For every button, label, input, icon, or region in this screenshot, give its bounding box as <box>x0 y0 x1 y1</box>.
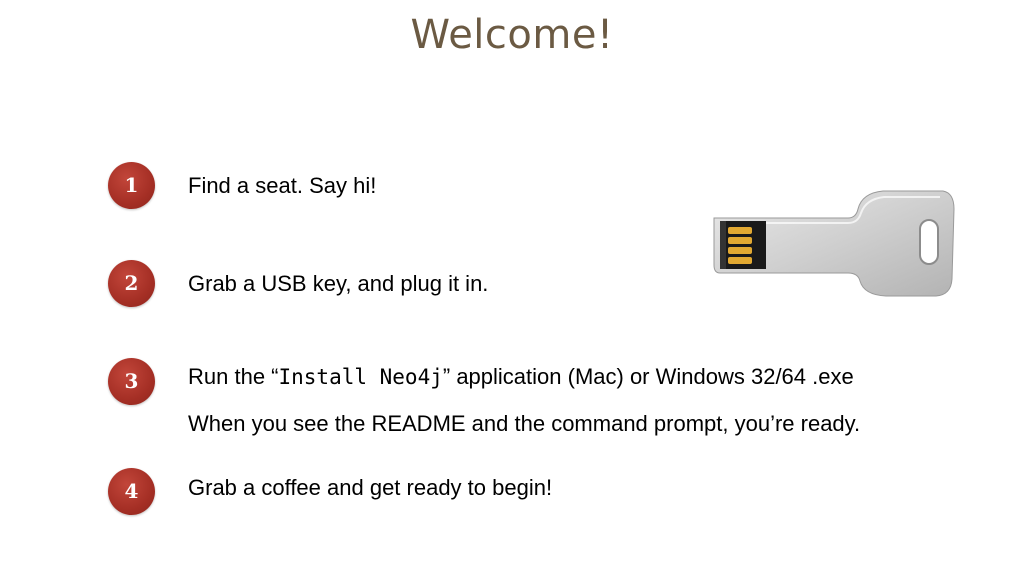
step-4-text: Grab a coffee and get ready to begin! <box>188 475 553 500</box>
usb-key-icon <box>713 190 955 297</box>
step-1-text: Find a seat. Say hi! <box>188 173 377 198</box>
step-2-badge: 2 <box>108 260 155 307</box>
step-3-code: Install Neo4j <box>278 365 443 389</box>
slide: Welcome! 1 Find a seat. Say hi! 2 Grab a… <box>0 0 1024 576</box>
step-4-badge: 4 <box>108 468 155 515</box>
step-3-text-after: ” application (Mac) or Windows 32/64 .ex… <box>442 364 854 389</box>
step-2-text: Grab a USB key, and plug it in. <box>188 271 489 296</box>
step-3-badge: 3 <box>108 358 155 405</box>
step-3-text: Run the “Install Neo4j” application (Mac… <box>188 364 854 390</box>
slide-title: Welcome! <box>410 12 614 58</box>
step-3-text-line2: When you see the README and the command … <box>188 411 861 436</box>
step-1-badge: 1 <box>108 162 155 209</box>
step-3-text-before: Run the “ <box>188 364 279 389</box>
